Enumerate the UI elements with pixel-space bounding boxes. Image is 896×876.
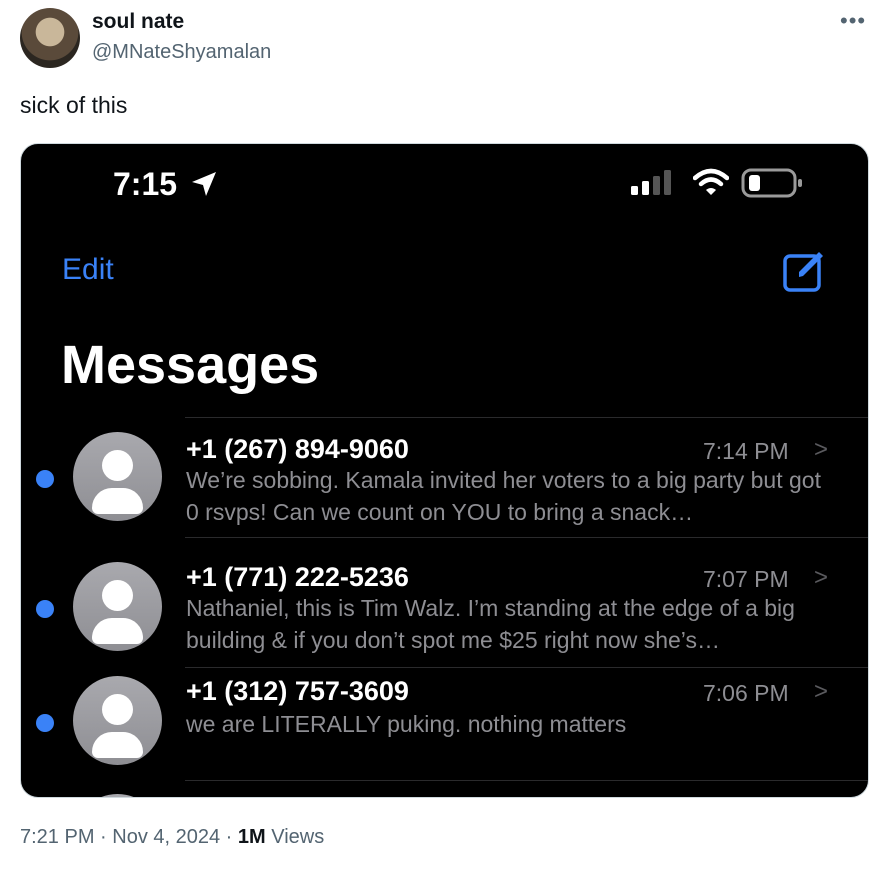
contact-avatar-icon — [73, 432, 162, 521]
views-count: 1M — [237, 826, 266, 848]
unread-dot — [36, 714, 54, 732]
tweet-timestamp[interactable]: 7:21 PM · Nov 4, 2024 · — [20, 826, 238, 848]
signal-icon — [631, 170, 671, 195]
compose-icon[interactable] — [781, 248, 827, 294]
wifi-icon — [693, 168, 729, 195]
conversation-sender: +1 (267) 894-9060 — [186, 434, 409, 464]
profile-avatar[interactable] — [20, 8, 80, 68]
chevron-right-icon: > — [814, 678, 829, 705]
divider — [185, 780, 868, 781]
conversation-time: 7:06 PM — [703, 680, 789, 706]
battery-icon — [741, 168, 802, 198]
conversation-preview: Nathaniel, this is Tim Walz. I’m standin… — [186, 595, 795, 653]
conversation-row[interactable]: +1 (771) 222-5236 7:07 PM > Nathaniel, t… — [21, 538, 868, 658]
contact-avatar-icon — [73, 676, 162, 765]
location-arrow-icon — [192, 172, 216, 196]
tweet-text: sick of this — [20, 92, 128, 118]
chevron-right-icon: > — [814, 564, 829, 591]
conversation-preview: We’re sobbing. Kamala invited her voters… — [186, 467, 821, 525]
conversation-sender: +1 (771) 222-5236 — [186, 562, 409, 592]
conversation-sender: +1 (312) 757-3609 — [186, 676, 409, 706]
conversation-time: 7:07 PM — [703, 566, 789, 592]
contact-avatar-icon — [73, 562, 162, 651]
unread-dot — [36, 600, 54, 618]
views-label: Views — [265, 826, 325, 848]
user-handle[interactable]: @MNateShyamalan — [92, 41, 271, 64]
attached-screenshot[interactable]: 7:15 Edit Messages +1 (267) 894-9060 7:1… — [20, 143, 869, 798]
conversation-row[interactable]: +1 (312) 757-3609 7:06 PM > we are LITER… — [21, 668, 868, 788]
chevron-right-icon: > — [814, 436, 829, 463]
conversation-row[interactable]: +1 (267) 894-9060 7:14 PM > We’re sobbin… — [21, 418, 868, 538]
more-icon[interactable]: ••• — [840, 8, 866, 34]
contact-avatar-icon — [73, 794, 162, 797]
edit-button[interactable]: Edit — [62, 253, 114, 287]
unread-dot — [36, 470, 54, 488]
tweet-meta: 7:21 PM · Nov 4, 2024 · 1M Views — [20, 826, 324, 849]
display-name[interactable]: soul nate — [92, 10, 184, 34]
conversation-preview: we are LITERALLY puking. nothing matters — [186, 711, 627, 737]
status-time: 7:15 — [113, 166, 178, 202]
page-title: Messages — [61, 335, 320, 395]
conversation-time: 7:14 PM — [703, 438, 789, 464]
